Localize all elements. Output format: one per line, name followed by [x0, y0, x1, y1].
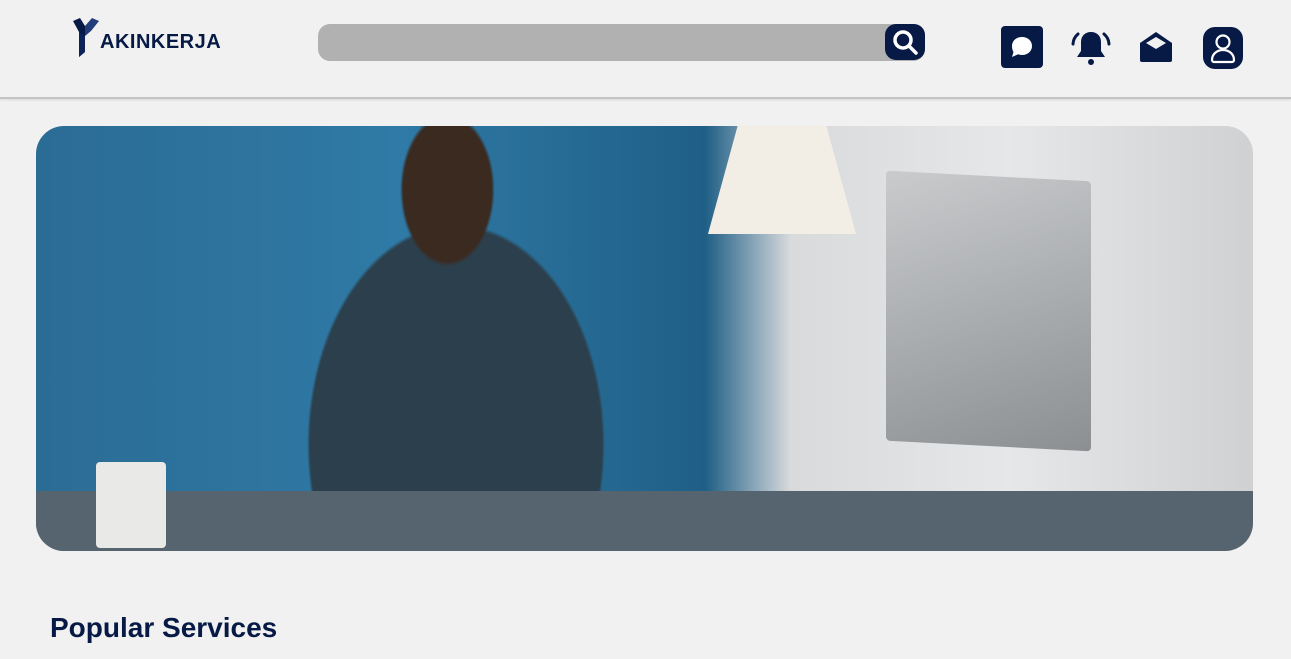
top-navbar: AKINKERJA [0, 0, 1291, 99]
search-button[interactable] [885, 24, 925, 60]
user-icon [1210, 34, 1236, 64]
person-shape [241, 126, 671, 551]
mug-shape [96, 462, 166, 548]
bell-icon [1071, 32, 1111, 65]
logo-text: AKINKERJA [100, 31, 222, 53]
logo-mark-icon [73, 18, 99, 57]
messages-button[interactable] [1001, 26, 1043, 68]
lamp-shape [708, 126, 856, 234]
search-icon [893, 30, 918, 55]
chat-icon [1012, 37, 1032, 57]
mail-icon [1140, 32, 1172, 62]
monitor-shape [886, 170, 1091, 452]
section-title-popular-services: Popular Services [50, 612, 278, 643]
logo[interactable]: AKINKERJA [73, 18, 221, 58]
profile-button[interactable] [1203, 27, 1243, 69]
search-bar [318, 24, 925, 61]
desk-shape [36, 491, 1253, 551]
inbox-button[interactable] [1137, 26, 1175, 68]
hero-banner-image [36, 126, 1253, 551]
notifications-button[interactable] [1069, 26, 1113, 70]
search-input[interactable] [318, 24, 878, 61]
